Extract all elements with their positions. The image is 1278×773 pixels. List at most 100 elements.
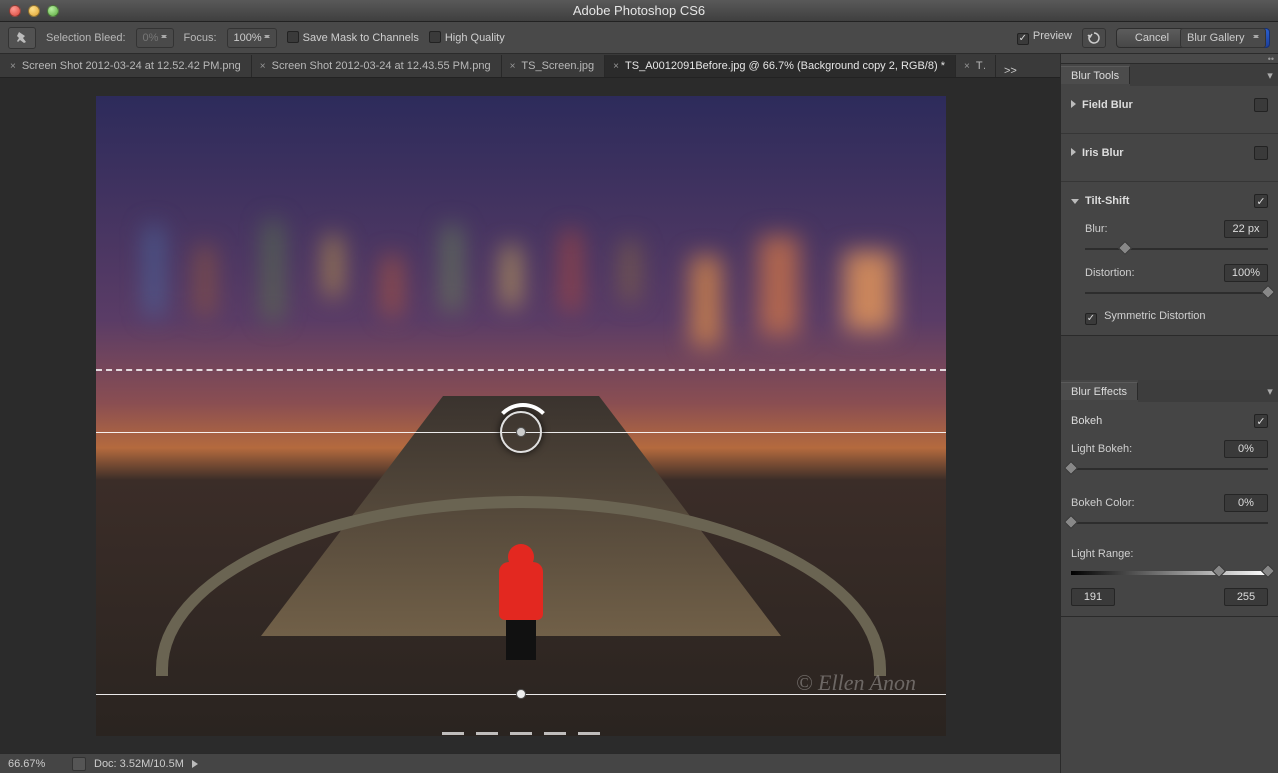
panel-menu-button[interactable]: ▾	[1262, 64, 1278, 86]
range-thumb-high[interactable]	[1261, 564, 1275, 578]
panel-tabs: Blur Tools ▾	[1061, 64, 1278, 86]
focus-dropdown[interactable]: 100%	[227, 28, 277, 48]
slider-thumb[interactable]	[1118, 241, 1132, 255]
tilt-shift-section: Tilt-Shift Blur: 22 px Distortion: 100%	[1061, 182, 1278, 335]
field-blur-toggle[interactable]	[1254, 98, 1268, 112]
tab-overflow-button[interactable]: >>	[1000, 65, 1021, 77]
cancel-button[interactable]: Cancel	[1116, 28, 1188, 48]
high-quality-label: High Quality	[445, 32, 505, 44]
preview-label: Preview	[1033, 30, 1072, 42]
blur-effects-panel: Blur Effects ▾ Bokeh Light Bokeh: 0%	[1061, 380, 1278, 617]
distortion-label: Distortion:	[1085, 267, 1135, 279]
tiltshift-outer-line-bottom[interactable]	[442, 732, 600, 735]
iris-blur-section: Iris Blur	[1061, 134, 1278, 182]
workspace-label: Blur Gallery	[1187, 32, 1244, 44]
focus-label: Focus:	[184, 32, 217, 44]
canvas-area: © Ellen Anon	[0, 78, 1060, 753]
light-bokeh-label: Light Bokeh:	[1071, 443, 1132, 455]
disclosure-triangle-icon[interactable]	[1071, 100, 1076, 108]
workspace-dropdown[interactable]: Blur Gallery	[1180, 28, 1266, 48]
close-icon[interactable]: ×	[613, 61, 619, 72]
light-range-high-input[interactable]: 255	[1224, 588, 1268, 606]
save-mask-option[interactable]: Save Mask to Channels	[287, 31, 419, 44]
close-window-button[interactable]	[9, 5, 21, 17]
field-blur-label: Field Blur	[1082, 99, 1133, 111]
panel-tabs: Blur Effects ▾	[1061, 380, 1278, 402]
high-quality-option[interactable]: High Quality	[429, 31, 505, 44]
disclosure-triangle-open-icon[interactable]	[1071, 199, 1079, 204]
bokeh-section: Bokeh Light Bokeh: 0% Bokeh Color: 0%	[1061, 402, 1278, 616]
slider-thumb[interactable]	[1064, 461, 1078, 475]
options-bar: Selection Bleed: 0% Focus: 100% Save Mas…	[0, 22, 1278, 54]
document-tab[interactable]: ×Screen Shot 2012-03-24 at 12.52.42 PM.p…	[2, 55, 252, 77]
selection-bleed-label: Selection Bleed:	[46, 32, 126, 44]
tilt-shift-label: Tilt-Shift	[1085, 195, 1129, 207]
document-tab-active[interactable]: ×TS_A0012091Before.jpg @ 66.7% (Backgrou…	[605, 55, 956, 77]
symmetric-distortion-option[interactable]: Symmetric Distortion	[1085, 310, 1206, 322]
pin-icon	[14, 30, 30, 46]
preview-checkbox[interactable]	[1017, 33, 1029, 45]
light-bokeh-slider[interactable]	[1071, 462, 1268, 476]
iris-blur-toggle[interactable]	[1254, 146, 1268, 160]
distortion-value-input[interactable]: 100%	[1224, 264, 1268, 282]
field-blur-section: Field Blur	[1061, 86, 1278, 134]
focus-value: 100%	[234, 32, 262, 44]
tiltshift-outer-line-top[interactable]	[96, 369, 946, 371]
close-icon[interactable]: ×	[964, 61, 970, 72]
tilt-shift-toggle[interactable]	[1254, 194, 1268, 208]
iris-blur-label: Iris Blur	[1082, 147, 1124, 159]
blur-value-input[interactable]: 22 px	[1224, 220, 1268, 238]
save-mask-checkbox[interactable]	[287, 31, 299, 43]
distortion-slider[interactable]	[1085, 286, 1268, 300]
app-title: Adobe Photoshop CS6	[0, 3, 1278, 18]
minimize-window-button[interactable]	[28, 5, 40, 17]
bokeh-color-slider[interactable]	[1071, 516, 1268, 530]
reset-button[interactable]	[1082, 28, 1106, 48]
slider-thumb[interactable]	[1064, 515, 1078, 529]
pin-tool-button[interactable]	[8, 27, 36, 49]
status-bar: 66.67% Doc: 3.52M/10.5M	[0, 753, 1060, 773]
symmetric-distortion-label: Symmetric Distortion	[1104, 310, 1205, 322]
doc-info-menu-icon[interactable]	[192, 760, 198, 768]
tiltshift-pin-center	[516, 427, 526, 437]
tiltshift-rotate-handle[interactable]	[516, 689, 526, 699]
preview-option[interactable]: Preview	[1017, 30, 1072, 45]
blur-slider[interactable]	[1085, 242, 1268, 256]
close-icon[interactable]: ×	[10, 61, 16, 72]
blur-tools-panel: Blur Tools ▾ Field Blur Iris Blur Tilt-S…	[1061, 64, 1278, 336]
document-canvas[interactable]: © Ellen Anon	[96, 96, 946, 736]
document-tab[interactable]: ×TS_Screen.jpg	[502, 55, 606, 77]
titlebar: Adobe Photoshop CS6	[0, 0, 1278, 22]
panel-tab-blur-tools[interactable]: Blur Tools	[1061, 66, 1130, 84]
bokeh-label: Bokeh	[1071, 415, 1254, 427]
range-thumb-low[interactable]	[1212, 564, 1226, 578]
light-range-label: Light Range:	[1071, 548, 1133, 560]
tiltshift-pin[interactable]	[500, 411, 542, 453]
light-range-low-input[interactable]: 191	[1071, 588, 1115, 606]
zoom-window-button[interactable]	[47, 5, 59, 17]
slider-thumb[interactable]	[1261, 285, 1275, 299]
symmetric-distortion-checkbox[interactable]	[1085, 313, 1097, 325]
window-controls	[0, 5, 59, 17]
image-content: © Ellen Anon	[96, 96, 946, 736]
light-bokeh-value-input[interactable]: 0%	[1224, 440, 1268, 458]
panel-collapse-strip[interactable]: ••	[1061, 54, 1278, 64]
panel-menu-button[interactable]: ▾	[1262, 380, 1278, 402]
bokeh-color-value-input[interactable]: 0%	[1224, 494, 1268, 512]
blur-label: Blur:	[1085, 223, 1108, 235]
bokeh-color-label: Bokeh Color:	[1071, 497, 1135, 509]
right-panel-column: •• Blur Tools ▾ Field Blur Iris Blur Til…	[1060, 54, 1278, 773]
document-tab[interactable]: ×TS_	[956, 55, 996, 77]
zoom-level[interactable]: 66.67%	[8, 758, 64, 770]
close-icon[interactable]: ×	[260, 61, 266, 72]
light-range-slider[interactable]	[1071, 564, 1268, 582]
close-icon[interactable]: ×	[510, 61, 516, 72]
bokeh-toggle[interactable]	[1254, 414, 1268, 428]
status-info-button[interactable]	[72, 757, 86, 771]
high-quality-checkbox[interactable]	[429, 31, 441, 43]
reset-icon	[1087, 31, 1101, 45]
document-tab[interactable]: ×Screen Shot 2012-03-24 at 12.43.55 PM.p…	[252, 55, 502, 77]
disclosure-triangle-icon[interactable]	[1071, 148, 1076, 156]
doc-size[interactable]: Doc: 3.52M/10.5M	[94, 758, 184, 770]
panel-tab-blur-effects[interactable]: Blur Effects	[1061, 382, 1138, 400]
